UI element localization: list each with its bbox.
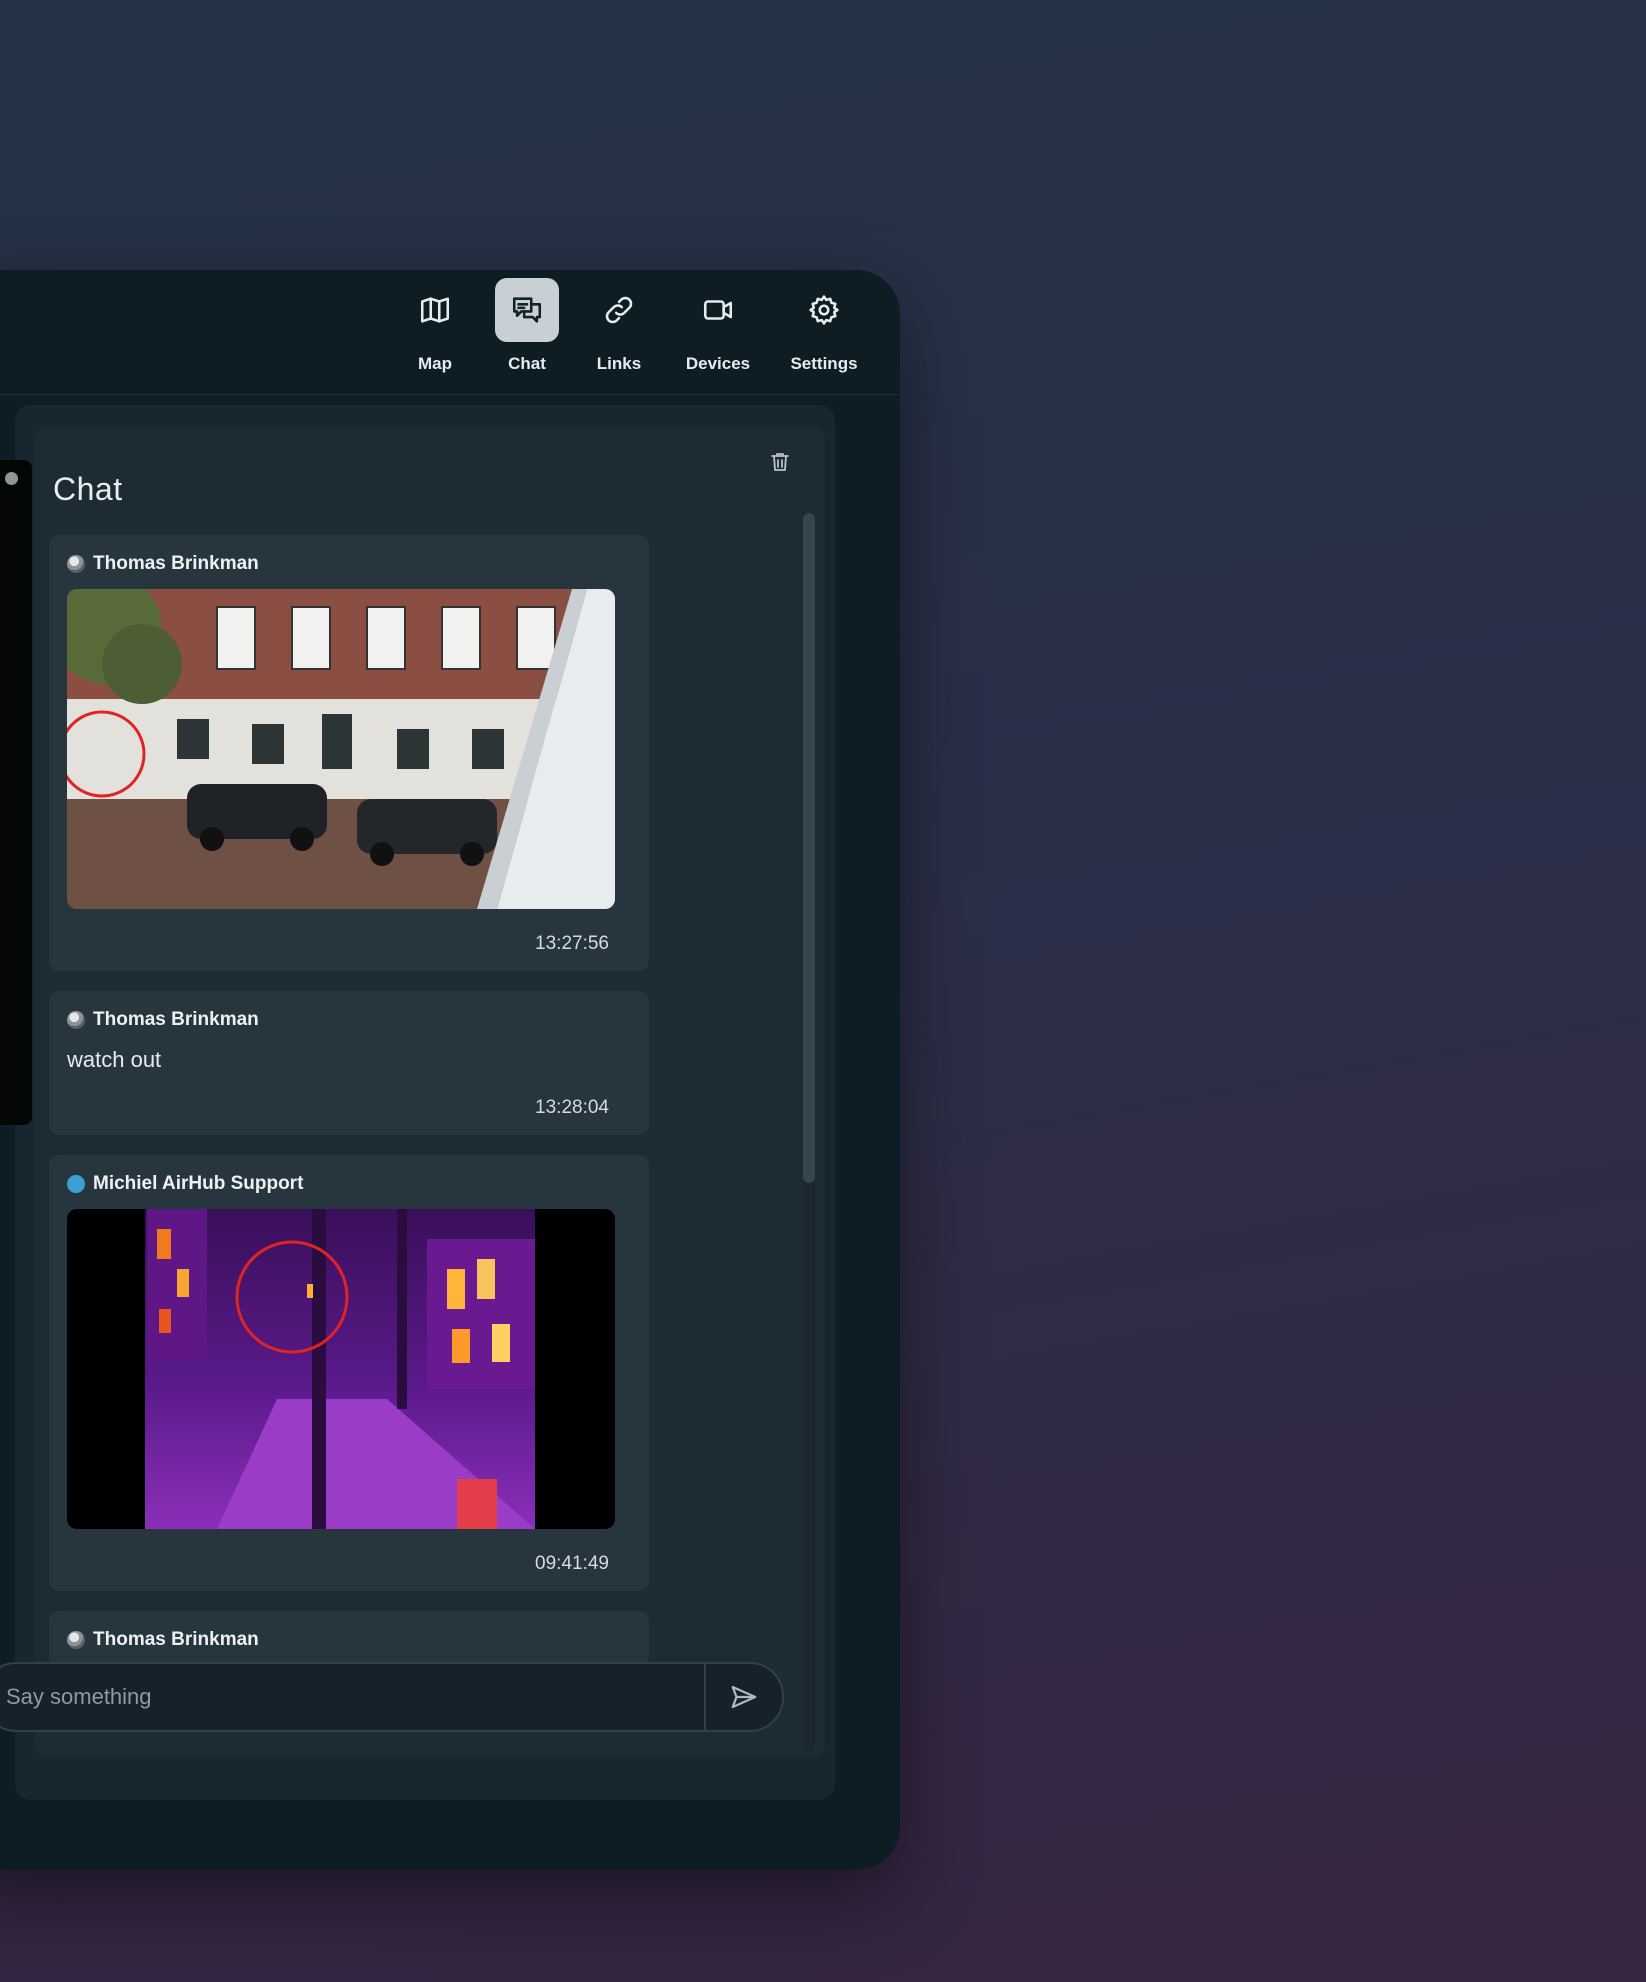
nav-settings[interactable]: Settings bbox=[778, 278, 870, 374]
send-icon bbox=[731, 1685, 757, 1709]
scrollbar-thumb[interactable] bbox=[803, 513, 815, 1183]
nav-settings-label: Settings bbox=[790, 354, 858, 373]
nav-chat[interactable]: Chat bbox=[488, 278, 566, 374]
message-scrollbar[interactable] bbox=[803, 513, 815, 1753]
nav-divider bbox=[0, 394, 900, 395]
chat-panel: Map Chat Links Devices Settings Chat Tho… bbox=[0, 270, 900, 1870]
message-author: Michiel AirHub Support bbox=[93, 1173, 304, 1194]
trash-icon bbox=[771, 453, 789, 471]
clear-chat-button[interactable] bbox=[763, 445, 797, 479]
thermal-image[interactable] bbox=[67, 1209, 615, 1529]
avatar bbox=[67, 1011, 85, 1029]
top-navigation: Map Chat Links Devices Settings bbox=[396, 278, 870, 374]
avatar bbox=[67, 555, 85, 573]
avatar bbox=[67, 1175, 85, 1193]
message-header: Thomas Brinkman bbox=[67, 553, 631, 575]
message-author: Thomas Brinkman bbox=[93, 1629, 259, 1650]
message-header: Thomas Brinkman bbox=[67, 1629, 631, 1651]
nav-map-label: Map bbox=[418, 354, 452, 373]
link-icon bbox=[587, 278, 651, 342]
message-author: Thomas Brinkman bbox=[93, 553, 259, 574]
send-button[interactable] bbox=[704, 1664, 782, 1730]
nav-chat-label: Chat bbox=[508, 354, 546, 373]
message-item: Thomas Brinkman watch out 13:28:04 bbox=[49, 991, 649, 1135]
chat-container: Chat Thomas Brinkman 13:27:56 Thomas Bri… bbox=[15, 405, 835, 1800]
nav-links-label: Links bbox=[596, 354, 642, 373]
message-header: Michiel AirHub Support bbox=[67, 1173, 631, 1195]
message-time: 13:27:56 bbox=[535, 933, 609, 954]
video-camera-icon bbox=[686, 278, 750, 342]
message-text: watch out bbox=[67, 1047, 162, 1072]
side-panel-edge bbox=[0, 460, 32, 1125]
message-header: Thomas Brinkman bbox=[67, 1009, 631, 1031]
message-item: Thomas Brinkman bbox=[49, 535, 649, 971]
street-photo[interactable] bbox=[67, 589, 615, 909]
message-time: 09:41:49 bbox=[535, 1553, 609, 1574]
message-item: Thomas Brinkman bbox=[49, 1611, 649, 1667]
status-dot bbox=[5, 472, 18, 485]
nav-map[interactable]: Map bbox=[396, 278, 474, 374]
chat-icon bbox=[495, 278, 559, 342]
message-composer bbox=[0, 1662, 784, 1732]
message-item: Michiel AirHub Support 09:41:49 bbox=[49, 1155, 649, 1591]
gear-icon bbox=[792, 278, 856, 342]
message-author: Thomas Brinkman bbox=[93, 1009, 259, 1030]
message-time: 13:28:04 bbox=[535, 1097, 609, 1118]
map-icon bbox=[403, 278, 467, 342]
nav-devices-label: Devices bbox=[685, 354, 751, 373]
nav-links[interactable]: Links bbox=[580, 278, 658, 374]
avatar bbox=[67, 1631, 85, 1649]
nav-devices[interactable]: Devices bbox=[672, 278, 764, 374]
message-input[interactable] bbox=[0, 1664, 704, 1730]
message-list[interactable]: Thomas Brinkman 13:27:56 Thomas Brinkman… bbox=[49, 535, 649, 1722]
chat-title: Chat bbox=[53, 471, 123, 507]
chat-card: Chat Thomas Brinkman 13:27:56 Thomas Bri… bbox=[35, 427, 825, 1757]
